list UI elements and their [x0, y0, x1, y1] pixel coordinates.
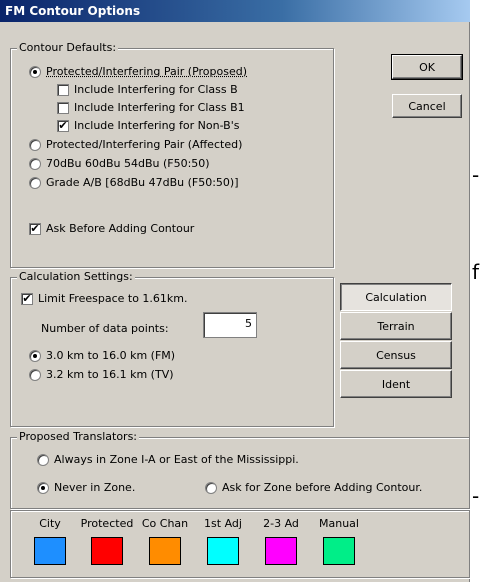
- color-swatch-group: City Protected Co Chan 1st Adj 2-3 Ad Ma…: [10, 510, 470, 578]
- city-color-swatch[interactable]: [34, 537, 66, 565]
- first-adj-color-swatch[interactable]: [207, 537, 239, 565]
- checkbox-limit-freespace[interactable]: ✔ Limit Freespace to 1.61km.: [21, 292, 188, 305]
- tab-census[interactable]: Census: [340, 341, 452, 369]
- radio-range-tv[interactable]: 3.2 km to 16.1 km (TV): [29, 368, 174, 381]
- checkbox-checked[interactable]: ✔: [57, 119, 69, 132]
- contour-defaults-legend: Contour Defaults:: [17, 41, 119, 54]
- adj-2-3-color-swatch[interactable]: [265, 537, 297, 565]
- radio-70dbu[interactable]: 70dBu 60dBu 54dBu (F50:50): [29, 157, 210, 170]
- radio-grade-ab[interactable]: Grade A/B [68dBu 47dBu (F50:50)]: [29, 176, 239, 189]
- radio-always-zone-label: Always in Zone I-A or East of the Missis…: [54, 453, 299, 466]
- radio-70dbu-label: 70dBu 60dBu 54dBu (F50:50): [46, 157, 210, 170]
- radio-never-zone[interactable]: Never in Zone.: [37, 481, 135, 494]
- radio-protected-interfering-label: Protected/Interfering Pair (Proposed): [46, 65, 248, 78]
- co-chan-color-label: Co Chan: [141, 517, 189, 530]
- checkbox-non-b[interactable]: ✔ Include Interfering for Non-B's: [57, 119, 239, 132]
- contour-defaults-group: Contour Defaults: Protected/Interfering …: [10, 41, 334, 268]
- data-points-label: Number of data points:: [41, 322, 169, 335]
- radio-button-selected[interactable]: [37, 481, 49, 494]
- checkbox-ask-before-adding[interactable]: ✔ Ask Before Adding Contour: [29, 222, 194, 235]
- manual-color-swatch[interactable]: [323, 537, 355, 565]
- radio-button-selected[interactable]: [29, 349, 41, 362]
- radio-button[interactable]: [29, 138, 41, 151]
- radio-range-fm[interactable]: 3.0 km to 16.0 km (FM): [29, 349, 175, 362]
- ok-button[interactable]: OK: [391, 54, 463, 80]
- background-text-fragment: -: [472, 484, 480, 508]
- radio-protected-affected-label: Protected/Interfering Pair (Affected): [46, 138, 243, 151]
- checkbox-unchecked[interactable]: [57, 101, 69, 114]
- first-adj-color-label: 1st Adj: [204, 517, 242, 530]
- radio-button[interactable]: [29, 368, 41, 381]
- radio-button[interactable]: [29, 176, 41, 189]
- cancel-button[interactable]: Cancel: [392, 94, 462, 118]
- adj-2-3-color-label: 2-3 Ad: [263, 517, 299, 530]
- radio-range-tv-label: 3.2 km to 16.1 km (TV): [46, 368, 174, 381]
- background-text-fragment: -: [472, 163, 480, 187]
- radio-button[interactable]: [37, 453, 49, 466]
- protected-color-label: Protected: [80, 517, 134, 530]
- radio-button[interactable]: [205, 481, 217, 494]
- checkbox-checked[interactable]: ✔: [29, 222, 41, 235]
- checkbox-class-b1-label: Include Interfering for Class B1: [74, 101, 245, 114]
- radio-protected-interfering[interactable]: Protected/Interfering Pair (Proposed): [29, 65, 247, 78]
- calculation-settings-legend: Calculation Settings:: [17, 270, 135, 283]
- radio-ask-zone[interactable]: Ask for Zone before Adding Contour.: [205, 481, 422, 494]
- checkbox-non-b-label: Include Interfering for Non-B's: [74, 119, 240, 132]
- proposed-translators-group: Proposed Translators: Always in Zone I-A…: [10, 430, 470, 509]
- tab-calculation[interactable]: Calculation: [340, 283, 452, 311]
- radio-never-zone-label: Never in Zone.: [54, 481, 136, 494]
- checkbox-class-b-label: Include Interfering for Class B: [74, 83, 238, 96]
- background-text-fragment: f: [472, 260, 480, 284]
- manual-color-label: Manual: [319, 517, 359, 530]
- data-points-input[interactable]: 5: [203, 312, 257, 338]
- checkbox-checked[interactable]: ✔: [21, 292, 33, 305]
- city-color-label: City: [39, 517, 61, 530]
- title-bar[interactable]: FM Contour Options: [0, 0, 470, 22]
- co-chan-color-swatch[interactable]: [149, 537, 181, 565]
- checkbox-class-b1[interactable]: Include Interfering for Class B1: [57, 101, 245, 114]
- protected-color-swatch[interactable]: [91, 537, 123, 565]
- checkbox-ask-before-adding-label: Ask Before Adding Contour: [46, 222, 195, 235]
- radio-protected-affected[interactable]: Protected/Interfering Pair (Affected): [29, 138, 242, 151]
- radio-grade-ab-label: Grade A/B [68dBu 47dBu (F50:50)]: [46, 176, 239, 189]
- radio-range-fm-label: 3.0 km to 16.0 km (FM): [46, 349, 176, 362]
- checkbox-limit-freespace-label: Limit Freespace to 1.61km.: [38, 292, 188, 305]
- proposed-translators-legend: Proposed Translators:: [17, 430, 140, 443]
- fm-contour-options-dialog: FM Contour Options Contour Defaults: Pro…: [0, 0, 470, 582]
- checkbox-unchecked[interactable]: [57, 83, 69, 96]
- radio-button-selected[interactable]: [29, 65, 41, 78]
- radio-ask-zone-label: Ask for Zone before Adding Contour.: [222, 481, 423, 494]
- radio-button[interactable]: [29, 157, 41, 170]
- tab-terrain[interactable]: Terrain: [340, 312, 452, 340]
- tab-ident[interactable]: Ident: [340, 370, 452, 398]
- checkbox-class-b[interactable]: Include Interfering for Class B: [57, 83, 238, 96]
- radio-always-zone[interactable]: Always in Zone I-A or East of the Missis…: [37, 453, 299, 466]
- calculation-settings-group: Calculation Settings: ✔ Limit Freespace …: [10, 270, 334, 427]
